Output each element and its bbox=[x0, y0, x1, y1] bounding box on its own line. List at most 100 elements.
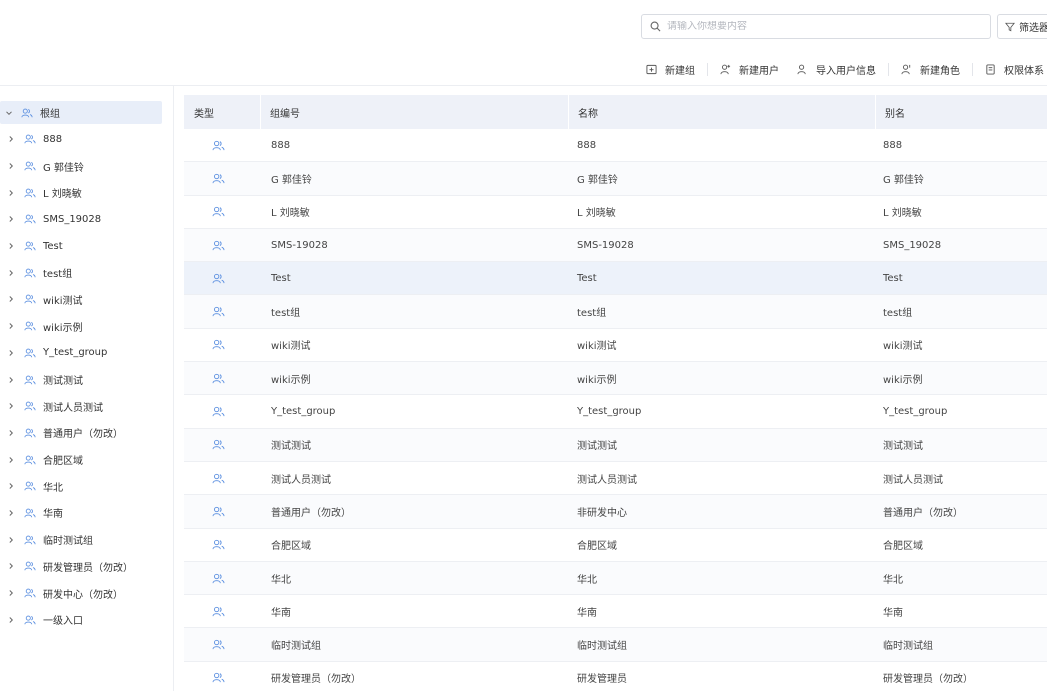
chevron-right-icon[interactable] bbox=[6, 588, 16, 598]
name-cell: 测试人员测试 bbox=[577, 474, 637, 486]
chevron-right-icon[interactable] bbox=[6, 188, 16, 198]
toolbar: 新建组 新建用户 导入用户信息 新建角色 权限体系 bbox=[646, 58, 1047, 80]
tree-item[interactable]: Y_test_group bbox=[0, 340, 173, 367]
group-icon bbox=[212, 639, 225, 650]
type-cell bbox=[184, 473, 260, 484]
group-icon bbox=[212, 506, 225, 517]
permission-system-button[interactable]: 权限体系 bbox=[985, 62, 1047, 77]
search-box[interactable] bbox=[641, 14, 991, 39]
chevron-right-icon[interactable] bbox=[6, 294, 16, 304]
group-id-cell: Y_test_group bbox=[271, 406, 336, 418]
table-row[interactable]: Test Test Test bbox=[184, 262, 1047, 296]
column-header-type: 类型 bbox=[194, 108, 214, 120]
table-row[interactable]: wiki示例 wiki示例 wiki示例 bbox=[184, 362, 1047, 396]
table-row[interactable]: 888 888 888 bbox=[184, 129, 1047, 163]
name-cell: L 刘晓敏 bbox=[577, 208, 616, 220]
add-user-icon bbox=[720, 64, 731, 74]
new-role-button[interactable]: 新建角色 bbox=[901, 62, 972, 77]
chevron-right-icon[interactable] bbox=[6, 401, 16, 411]
chevron-right-icon[interactable] bbox=[6, 455, 16, 465]
tree-item[interactable]: 华南 bbox=[0, 500, 173, 527]
name-cell: 华南 bbox=[577, 607, 597, 619]
import-user-label: 导入用户信息 bbox=[816, 65, 876, 77]
column-header-name: 名称 bbox=[568, 95, 875, 129]
chevron-right-icon[interactable] bbox=[6, 508, 16, 518]
chevron-right-icon[interactable] bbox=[6, 615, 16, 625]
table-row[interactable]: 普通用户（勿改） 非研发中心 普通用户（勿改） bbox=[184, 495, 1047, 529]
type-cell bbox=[184, 206, 260, 217]
tree-item[interactable]: 一级入口 bbox=[0, 606, 173, 633]
chevron-right-icon[interactable] bbox=[6, 535, 16, 545]
tree-item-root[interactable]: 根组 bbox=[0, 101, 162, 124]
group-icon bbox=[212, 440, 225, 450]
table-row[interactable]: Y_test_group Y_test_group Y_test_group bbox=[184, 395, 1047, 429]
table-row[interactable]: 华南 华南 华南 bbox=[184, 595, 1047, 629]
table-row[interactable]: 华北 华北 华北 bbox=[184, 561, 1047, 596]
type-cell bbox=[184, 273, 260, 284]
chevron-right-icon[interactable] bbox=[6, 321, 16, 331]
chevron-right-icon[interactable] bbox=[6, 241, 16, 251]
tree-item[interactable]: L 刘晓敏 bbox=[0, 179, 173, 206]
name-cell: test组 bbox=[577, 308, 607, 320]
name-cell: 合肥区域 bbox=[577, 541, 617, 553]
chevron-down-icon[interactable] bbox=[4, 108, 14, 118]
group-icon bbox=[21, 108, 33, 117]
tree-item-label: 华北 bbox=[43, 482, 63, 494]
tree-item[interactable]: 研发中心（勿改） bbox=[0, 580, 173, 607]
chevron-right-icon[interactable] bbox=[6, 214, 16, 224]
tree-item[interactable]: G 郭佳铃 bbox=[0, 153, 173, 180]
import-user-button[interactable]: 导入用户信息 bbox=[797, 62, 888, 77]
tree-item[interactable]: 合肥区域 bbox=[0, 446, 173, 473]
table-row[interactable]: wiki测试 wiki测试 wiki测试 bbox=[184, 329, 1047, 363]
tree-item[interactable]: wiki测试 bbox=[0, 286, 173, 313]
table-row[interactable]: SMS-19028 SMS-19028 SMS_19028 bbox=[184, 228, 1047, 263]
search-input[interactable] bbox=[667, 21, 967, 32]
tree-item[interactable]: 普通用户（勿改） bbox=[0, 420, 173, 447]
filter-button[interactable]: 筛选器 bbox=[997, 14, 1047, 39]
tree-item[interactable]: 测试测试 bbox=[0, 366, 173, 393]
chevron-right-icon[interactable] bbox=[6, 428, 16, 438]
table-row[interactable]: L 刘晓敏 L 刘晓敏 L 刘晓敏 bbox=[184, 196, 1047, 229]
group-id-cell: 888 bbox=[271, 139, 291, 151]
alias-cell: 临时测试组 bbox=[883, 641, 933, 653]
table-row[interactable]: 测试测试 测试测试 测试测试 bbox=[184, 428, 1047, 462]
new-user-button[interactable]: 新建用户 bbox=[720, 62, 797, 77]
tree-item[interactable]: 华北 bbox=[0, 473, 173, 500]
table-row[interactable]: test组 test组 test组 bbox=[184, 295, 1047, 329]
table-row[interactable]: G 郭佳铃 G 郭佳铃 G 郭佳铃 bbox=[184, 162, 1047, 196]
new-role-label: 新建角色 bbox=[920, 65, 960, 77]
type-cell bbox=[184, 306, 260, 317]
table-row[interactable]: 临时测试组 临时测试组 临时测试组 bbox=[184, 628, 1047, 662]
name-cell: G 郭佳铃 bbox=[577, 174, 618, 186]
chevron-right-icon[interactable] bbox=[6, 134, 16, 144]
type-cell bbox=[184, 606, 260, 617]
tree-item[interactable]: 临时测试组 bbox=[0, 526, 173, 553]
alias-cell: SMS_19028 bbox=[883, 239, 942, 251]
chevron-right-icon[interactable] bbox=[6, 375, 16, 385]
tree-item[interactable]: SMS_19028 bbox=[0, 206, 173, 233]
chevron-right-icon[interactable] bbox=[6, 161, 16, 171]
tree-item[interactable]: Test bbox=[0, 233, 173, 260]
tree-item-label: 临时测试组 bbox=[43, 536, 93, 548]
table-row[interactable]: 测试人员测试 测试人员测试 测试人员测试 bbox=[184, 462, 1047, 496]
header-divider bbox=[0, 85, 1047, 86]
alias-cell: L 刘晓敏 bbox=[883, 208, 922, 220]
table-row[interactable]: 研发管理员（勿改） 研发管理员 研发管理员（勿改） bbox=[184, 662, 1047, 691]
tree-item[interactable]: 测试人员测试 bbox=[0, 393, 173, 420]
tree-item-label: 研发中心（勿改） bbox=[43, 589, 123, 601]
tree-item[interactable]: wiki示例 bbox=[0, 313, 173, 340]
new-group-button[interactable]: 新建组 bbox=[646, 62, 707, 77]
import-user-icon bbox=[797, 64, 806, 74]
chevron-right-icon[interactable] bbox=[6, 561, 16, 571]
tree-item[interactable]: 888 bbox=[0, 126, 173, 153]
tree-item-label: 研发管理员（勿改） bbox=[43, 562, 133, 574]
table-row[interactable]: 合肥区域 合肥区域 合肥区域 bbox=[184, 529, 1047, 562]
chevron-right-icon[interactable] bbox=[6, 348, 16, 358]
tree-item-label: L 刘晓敏 bbox=[43, 189, 82, 201]
chevron-right-icon[interactable] bbox=[6, 268, 16, 278]
type-cell bbox=[184, 173, 260, 184]
group-icon bbox=[24, 241, 36, 251]
tree-item[interactable]: 研发管理员（勿改） bbox=[0, 553, 173, 580]
chevron-right-icon[interactable] bbox=[6, 481, 16, 491]
tree-item[interactable]: test组 bbox=[0, 259, 173, 286]
